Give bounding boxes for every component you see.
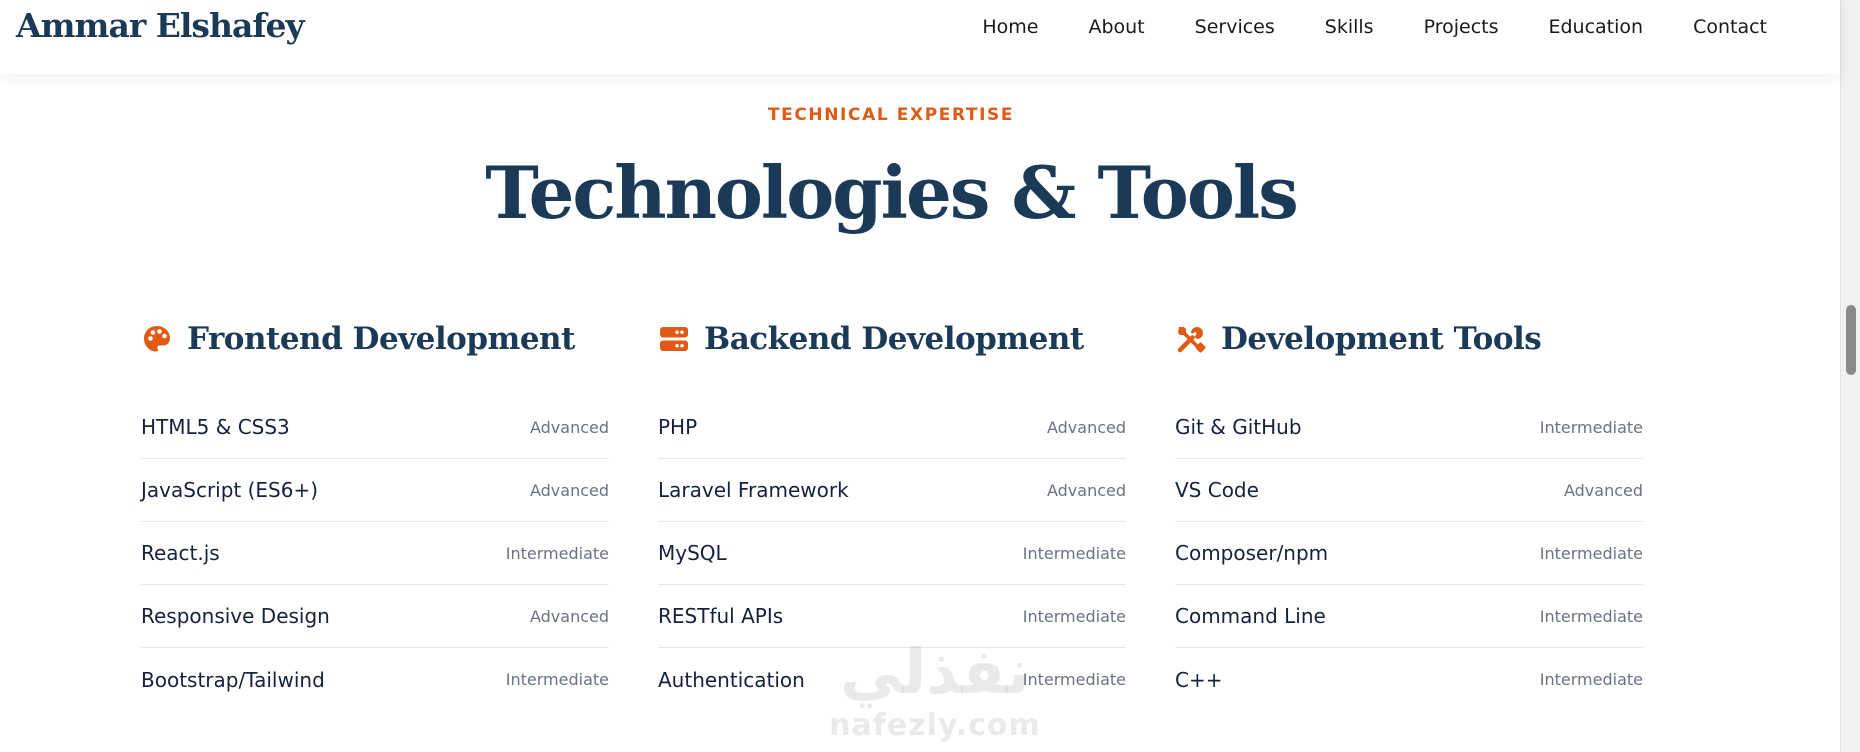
skill-row: Command Line Intermediate xyxy=(1175,585,1643,648)
skill-row: Laravel Framework Advanced xyxy=(658,459,1126,522)
tools-icon xyxy=(1175,323,1207,355)
skill-level: Advanced xyxy=(1046,417,1126,437)
skill-level: Advanced xyxy=(529,606,609,626)
skill-level: Intermediate xyxy=(505,670,609,689)
skill-level: Intermediate xyxy=(1539,543,1643,563)
nav-contact[interactable]: Contact xyxy=(1693,15,1767,39)
skill-level: Advanced xyxy=(529,480,609,500)
skill-row: Composer/npm Intermediate xyxy=(1175,522,1643,585)
skill-name: Authentication xyxy=(658,667,805,692)
skill-level: Advanced xyxy=(529,417,609,437)
skill-row: Git & GitHub Intermediate xyxy=(1175,396,1643,459)
skill-level: Intermediate xyxy=(1539,606,1643,626)
skill-row: JavaScript (ES6+) Advanced xyxy=(141,459,609,522)
skill-name: C++ xyxy=(1175,667,1223,692)
skill-level: Intermediate xyxy=(1022,606,1126,626)
skill-name: Composer/npm xyxy=(1175,541,1329,565)
skill-row: MySQL Intermediate xyxy=(658,522,1126,585)
scrollbar[interactable] xyxy=(1840,0,1860,752)
skill-row: C++ Intermediate xyxy=(1175,648,1643,711)
skill-level: Intermediate xyxy=(1022,543,1126,563)
palette-icon xyxy=(141,323,173,355)
watermark-url: nafezly.com xyxy=(829,708,1041,743)
skill-level: Intermediate xyxy=(505,543,609,563)
skill-list: PHP Advanced Laravel Framework Advanced My… xyxy=(658,396,1126,711)
column-header: Frontend Development xyxy=(141,316,609,362)
skill-name: Git & GitHub xyxy=(1175,415,1302,439)
skill-name: React.js xyxy=(141,541,220,565)
nav-projects[interactable]: Projects xyxy=(1424,15,1499,39)
nav-about[interactable]: About xyxy=(1088,15,1144,39)
main-nav: Home About Services Skills Projects Educ… xyxy=(932,15,1767,39)
skill-name: HTML5 & CSS3 xyxy=(141,415,290,439)
skill-name: Laravel Framework xyxy=(658,478,849,502)
skill-row: RESTful APIs Intermediate xyxy=(658,585,1126,648)
skill-level: Intermediate xyxy=(1539,417,1643,437)
server-icon xyxy=(658,323,690,355)
skill-level: Intermediate xyxy=(1022,670,1126,689)
skill-name: MySQL xyxy=(658,541,727,565)
skill-row: HTML5 & CSS3 Advanced xyxy=(141,396,609,459)
skill-list: HTML5 & CSS3 Advanced JavaScript (ES6+) Ad… xyxy=(141,396,609,711)
skills-column-frontend: Frontend Development HTML5 & CSS3 Advance… xyxy=(141,316,609,711)
skill-row: VS Code Advanced xyxy=(1175,459,1643,522)
column-title: Development Tools xyxy=(1221,321,1542,357)
skill-name: RESTful APIs xyxy=(658,604,784,628)
skill-row: Responsive Design Advanced xyxy=(141,585,609,648)
skill-name: PHP xyxy=(658,415,698,439)
column-header: Backend Development xyxy=(658,316,1126,362)
skill-level: Advanced xyxy=(1046,480,1126,500)
skill-name: Bootstrap/Tailwind xyxy=(141,667,325,692)
skill-row: Bootstrap/Tailwind Intermediate xyxy=(141,648,609,711)
nav-education[interactable]: Education xyxy=(1548,15,1643,39)
skill-name: Command Line xyxy=(1175,604,1326,628)
skill-row: React.js Intermediate xyxy=(141,522,609,585)
nav-skills[interactable]: Skills xyxy=(1325,15,1374,39)
skills-column-backend: Backend Development PHP Advanced Laravel … xyxy=(658,316,1126,711)
skill-name: Responsive Design xyxy=(141,604,330,628)
skills-column-tools: Development Tools Git & GitHub Intermedia… xyxy=(1175,316,1643,711)
nav-home[interactable]: Home xyxy=(982,15,1038,39)
nav-services[interactable]: Services xyxy=(1195,15,1275,39)
skill-level: Intermediate xyxy=(1539,670,1643,689)
section-title: Technologies & Tools xyxy=(485,150,1298,235)
site-header: Ammar Elshafey Home About Services Skill… xyxy=(0,0,1840,74)
section-eyebrow: TECHNICAL EXPERTISE xyxy=(767,105,1015,125)
skill-name: VS Code xyxy=(1175,478,1259,502)
skill-list: Git & GitHub Intermediate VS Code Advanced… xyxy=(1175,396,1643,711)
skill-row: PHP Advanced xyxy=(658,396,1126,459)
scrollbar-thumb[interactable] xyxy=(1846,305,1856,375)
skill-name: JavaScript (ES6+) xyxy=(141,478,319,502)
column-header: Development Tools xyxy=(1175,316,1643,362)
skill-row: Authentication Intermediate xyxy=(658,648,1126,711)
column-title: Frontend Development xyxy=(187,321,575,357)
column-title: Backend Development xyxy=(704,321,1084,357)
site-logo[interactable]: Ammar Elshafey xyxy=(16,6,305,45)
page: Ammar Elshafey Home About Services Skill… xyxy=(0,0,1860,752)
skill-level: Advanced xyxy=(1563,480,1643,500)
